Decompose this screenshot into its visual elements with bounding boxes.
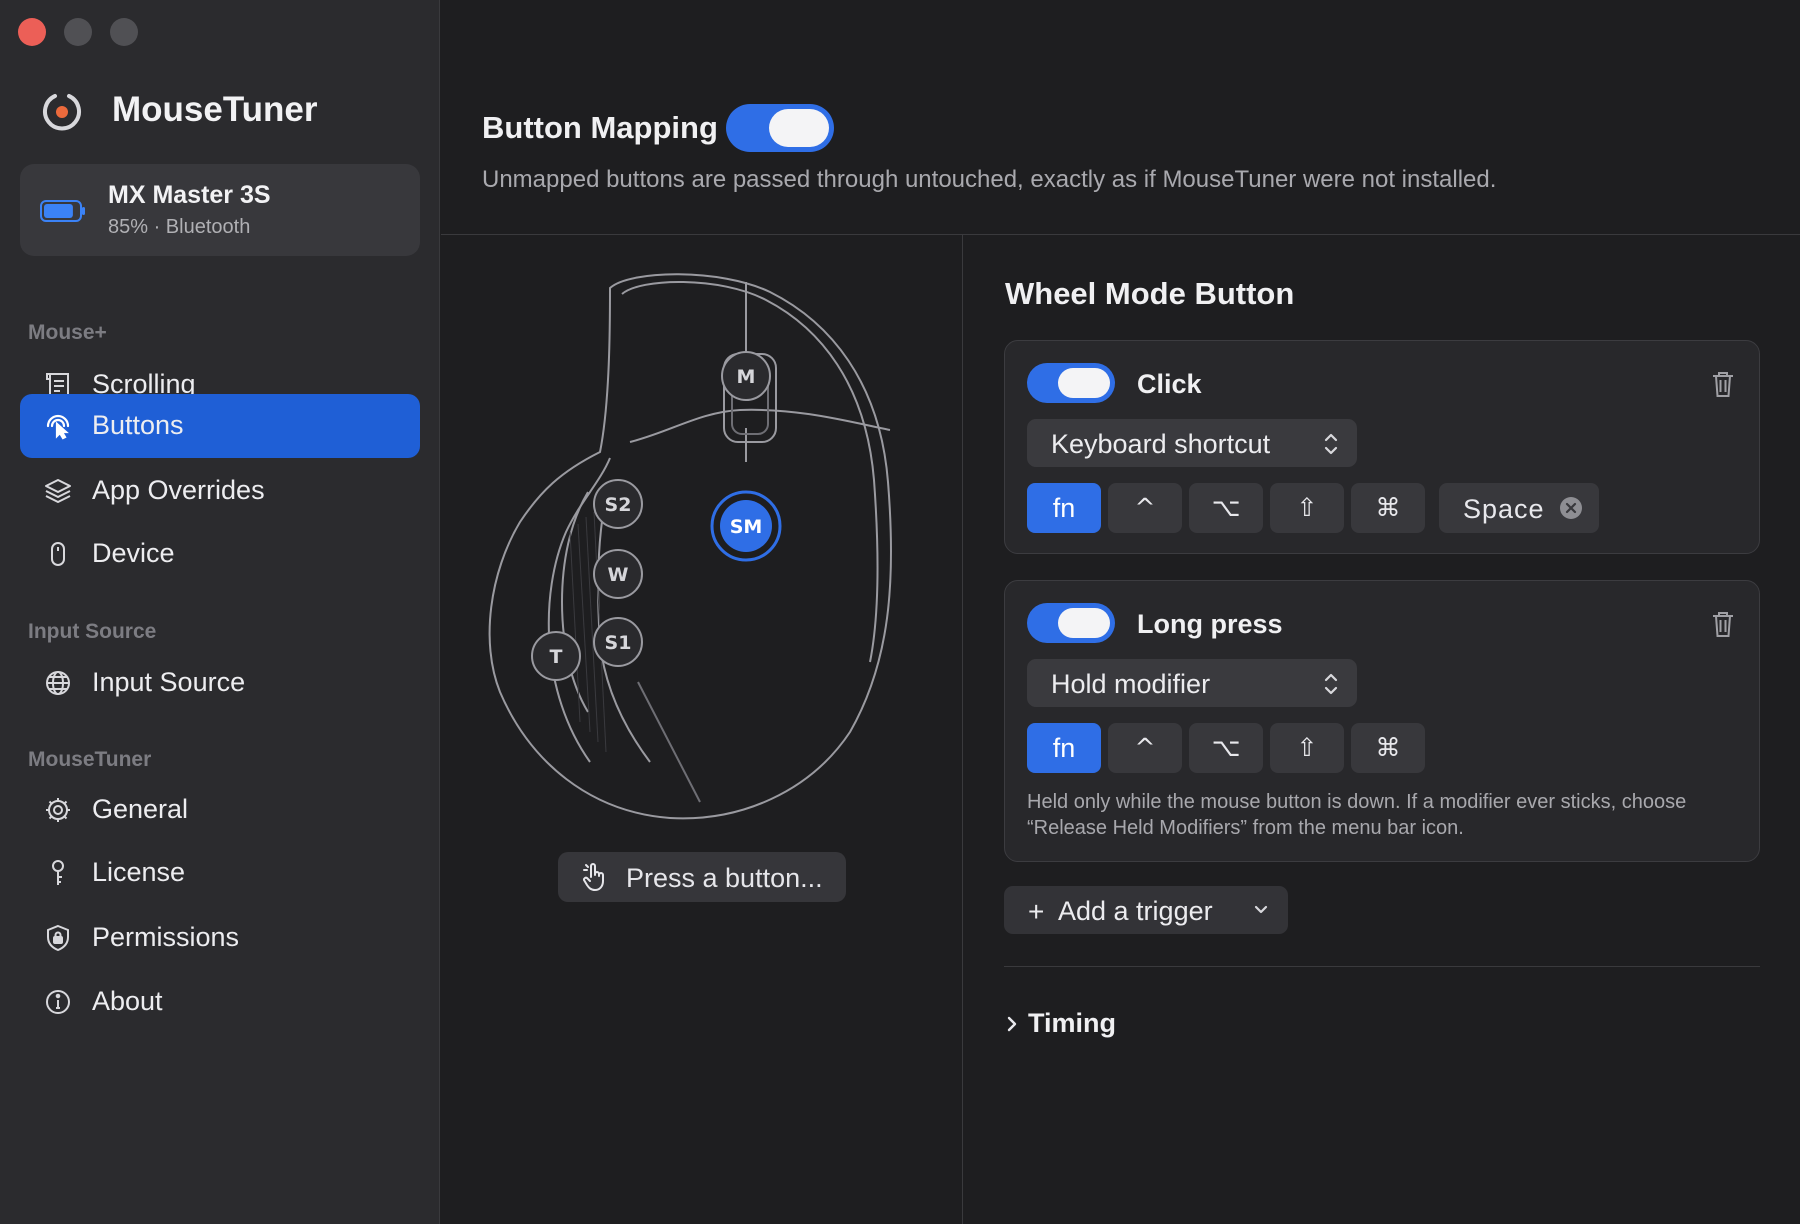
section-header-mouse-plus: Mouse+ bbox=[28, 321, 107, 344]
sidebar-item-label: License bbox=[92, 857, 186, 887]
mouse-diagram: M SM S2 W S1 T bbox=[488, 273, 893, 820]
action-select[interactable]: Hold modifier bbox=[1027, 659, 1357, 707]
window-close-button[interactable] bbox=[18, 18, 46, 46]
trigger-card-click: Click Keyboard shortcut fn ^ ⌥ ⇧ ⌘ Space bbox=[1004, 340, 1760, 554]
click-trigger-toggle[interactable] bbox=[1027, 363, 1115, 403]
shortcut-key-label: Space bbox=[1463, 494, 1545, 524]
mouse-button-S2[interactable]: S2 bbox=[593, 479, 643, 529]
info-icon bbox=[46, 990, 70, 1014]
mouse-button-label: M bbox=[737, 366, 756, 388]
globe-icon bbox=[46, 671, 70, 695]
modifier-command[interactable]: ⌘ bbox=[1351, 723, 1425, 773]
action-select-value: Hold modifier bbox=[1051, 669, 1211, 699]
wheel-mode-title: Wheel Mode Button bbox=[1005, 276, 1295, 311]
trash-icon[interactable] bbox=[1709, 369, 1737, 399]
sidebar-item-label: Buttons bbox=[92, 410, 184, 440]
app-name: MouseTuner bbox=[112, 90, 318, 129]
battery-icon bbox=[40, 200, 85, 222]
chevron-down-icon bbox=[1254, 905, 1268, 914]
sidebar-item-label: Device bbox=[92, 538, 175, 568]
mouse-outline bbox=[488, 273, 893, 820]
timing-divider bbox=[1004, 966, 1760, 967]
layers-icon bbox=[45, 479, 71, 503]
sidebar-item-label: General bbox=[92, 794, 189, 824]
hold-modifier-note: Held only while the mouse button is down… bbox=[1027, 791, 1687, 839]
mouse-button-W[interactable]: W bbox=[593, 549, 643, 599]
action-select-value: Keyboard shortcut bbox=[1051, 429, 1271, 459]
trigger-title: Long press bbox=[1137, 609, 1283, 639]
modifier-option[interactable]: ⌥ bbox=[1189, 483, 1263, 533]
clear-key-icon[interactable] bbox=[1559, 496, 1583, 520]
modifier-control[interactable]: ^ bbox=[1108, 723, 1182, 773]
page-subtitle: Unmapped buttons are passed through unto… bbox=[482, 166, 1497, 193]
device-name: MX Master 3S bbox=[108, 181, 271, 209]
mouse-button-S1[interactable]: S1 bbox=[593, 617, 643, 667]
shortcut-key-pill[interactable]: Space bbox=[1439, 483, 1599, 533]
mouse-button-label: S2 bbox=[605, 494, 632, 516]
sidebar-item-app-overrides[interactable]: App Overrides bbox=[20, 459, 420, 523]
sidebar-item-general[interactable]: General bbox=[20, 778, 420, 842]
long-press-trigger-toggle[interactable] bbox=[1027, 603, 1115, 643]
sidebar-item-about[interactable]: About bbox=[20, 970, 420, 1034]
page-title: Button Mapping bbox=[482, 110, 718, 145]
sidebar-item-license[interactable]: License bbox=[20, 841, 420, 905]
sidebar-item-label: Permissions bbox=[92, 922, 240, 952]
section-header-mousetuner: MouseTuner bbox=[28, 748, 152, 771]
modifier-control[interactable]: ^ bbox=[1108, 483, 1182, 533]
mouse-button-label: SM bbox=[730, 516, 763, 538]
chevron-right-icon bbox=[1007, 1016, 1017, 1032]
modifier-option[interactable]: ⌥ bbox=[1189, 723, 1263, 773]
device-status: 85% · Bluetooth bbox=[108, 216, 251, 238]
sidebar-item-buttons[interactable]: Buttons bbox=[20, 394, 420, 458]
modifier-shift[interactable]: ⇧ bbox=[1270, 723, 1344, 773]
trash-icon[interactable] bbox=[1709, 609, 1737, 639]
sidebar-item-label: Input Source bbox=[92, 667, 246, 697]
app-logo-icon bbox=[43, 94, 81, 131]
timing-label: Timing bbox=[1028, 1008, 1117, 1038]
toggle-knob bbox=[1058, 608, 1110, 638]
column-divider bbox=[962, 235, 963, 1224]
sidebar-item-input-source[interactable]: Input Source bbox=[20, 651, 420, 715]
trigger-card-long-press: Long press Hold modifier fn ^ ⌥ ⇧ ⌘ Held… bbox=[1004, 580, 1760, 862]
timing-disclosure[interactable]: Timing bbox=[1004, 1006, 1204, 1042]
mouse-button-label: S1 bbox=[605, 632, 632, 654]
plus-icon: + bbox=[1028, 896, 1045, 927]
sidebar-item-label: App Overrides bbox=[92, 475, 265, 505]
sidebar-item-label: About bbox=[92, 986, 163, 1016]
add-trigger-label: Add a trigger bbox=[1058, 896, 1213, 926]
up-down-chevron-icon bbox=[1324, 433, 1338, 455]
up-down-chevron-icon bbox=[1324, 673, 1338, 695]
sidebar: MouseTuner MX Master 3S 85% · Bluetooth … bbox=[0, 0, 440, 1224]
mouse-icon bbox=[51, 542, 65, 566]
modifier-fn[interactable]: fn bbox=[1027, 723, 1101, 773]
sidebar-item-permissions[interactable]: Permissions bbox=[20, 906, 420, 970]
press-a-button-label: Press a button... bbox=[626, 863, 823, 893]
trigger-title: Click bbox=[1137, 369, 1202, 399]
add-trigger-button[interactable]: + Add a trigger bbox=[1004, 886, 1288, 934]
mouse-button-SM[interactable]: SM bbox=[710, 490, 782, 562]
pointer-click-icon bbox=[46, 414, 70, 440]
window-minimize-button[interactable] bbox=[64, 18, 92, 46]
gear-icon bbox=[46, 798, 70, 822]
mouse-button-label: T bbox=[550, 646, 563, 668]
section-header-input-source: Input Source bbox=[28, 620, 157, 643]
shield-lock-icon bbox=[47, 924, 69, 952]
window-zoom-button[interactable] bbox=[110, 18, 138, 46]
modifier-shift[interactable]: ⇧ bbox=[1270, 483, 1344, 533]
toggle-knob bbox=[769, 109, 829, 147]
key-icon bbox=[52, 860, 64, 885]
modifier-command[interactable]: ⌘ bbox=[1351, 483, 1425, 533]
mouse-button-label: W bbox=[608, 564, 629, 586]
modifier-fn[interactable]: fn bbox=[1027, 483, 1101, 533]
button-mapping-toggle[interactable] bbox=[726, 104, 834, 152]
action-select[interactable]: Keyboard shortcut bbox=[1027, 419, 1357, 467]
hand-pointer-icon bbox=[583, 863, 604, 891]
mouse-button-T[interactable]: T bbox=[531, 631, 581, 681]
header-divider bbox=[441, 234, 1800, 235]
press-a-button-button[interactable]: Press a button... bbox=[558, 852, 846, 902]
mouse-button-M[interactable]: M bbox=[721, 351, 771, 401]
sidebar-item-device[interactable]: Device bbox=[20, 522, 420, 586]
toggle-knob bbox=[1058, 368, 1110, 398]
